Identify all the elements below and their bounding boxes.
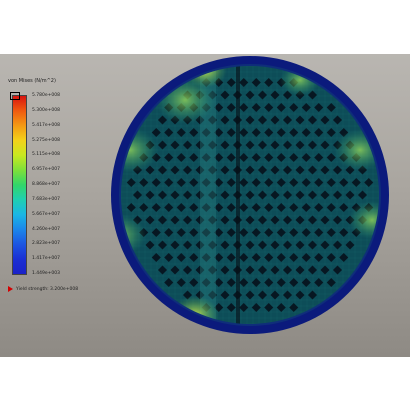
stress-hotspot xyxy=(348,200,379,240)
stress-plot xyxy=(111,56,389,334)
seam-line xyxy=(236,66,240,324)
